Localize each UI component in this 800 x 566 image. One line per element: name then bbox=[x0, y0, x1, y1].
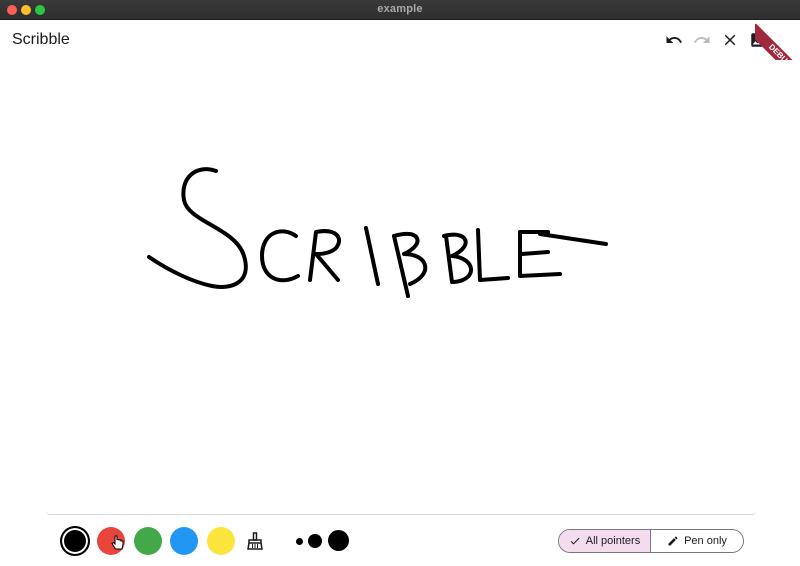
eraser-button[interactable] bbox=[245, 531, 265, 551]
stroke-width-medium[interactable] bbox=[308, 534, 322, 548]
all-pointers-label: All pointers bbox=[585, 535, 641, 547]
color-yellow-swatch[interactable] bbox=[207, 527, 235, 555]
drawing-canvas[interactable] bbox=[0, 60, 800, 510]
bottom-toolbar: All pointers Pen only bbox=[0, 518, 800, 566]
color-red-swatch[interactable] bbox=[97, 527, 125, 555]
color-black-swatch[interactable] bbox=[60, 526, 90, 556]
color-blue-swatch[interactable] bbox=[170, 527, 198, 555]
undo-icon bbox=[666, 36, 682, 43]
clear-button[interactable] bbox=[718, 28, 742, 52]
pointer-mode-toggle: All pointers Pen only bbox=[558, 529, 744, 553]
window-title: example bbox=[377, 3, 423, 15]
close-icon bbox=[724, 34, 736, 46]
stroke-width-large[interactable] bbox=[328, 530, 349, 551]
check-icon bbox=[570, 537, 580, 545]
canvas-bottom-border bbox=[46, 511, 756, 515]
pen-icon bbox=[668, 536, 678, 546]
window-titlebar: example bbox=[0, 0, 800, 20]
undo-button[interactable] bbox=[662, 28, 686, 52]
debug-banner-wrap: DEBUG bbox=[755, 20, 800, 65]
scribble-drawing bbox=[147, 167, 608, 298]
all-pointers-option[interactable]: All pointers bbox=[559, 530, 651, 552]
stroke-width-small[interactable] bbox=[296, 538, 303, 545]
page-title: Scribble bbox=[12, 31, 70, 48]
pen-only-label: Pen only bbox=[684, 535, 727, 547]
pen-only-option[interactable]: Pen only bbox=[651, 530, 743, 552]
broom-icon bbox=[247, 532, 263, 550]
color-green-swatch[interactable] bbox=[134, 527, 162, 555]
redo-button[interactable] bbox=[690, 28, 714, 52]
app-bar: Scribble bbox=[0, 20, 800, 60]
redo-icon bbox=[694, 36, 710, 43]
debug-banner: DEBUG bbox=[755, 23, 800, 65]
